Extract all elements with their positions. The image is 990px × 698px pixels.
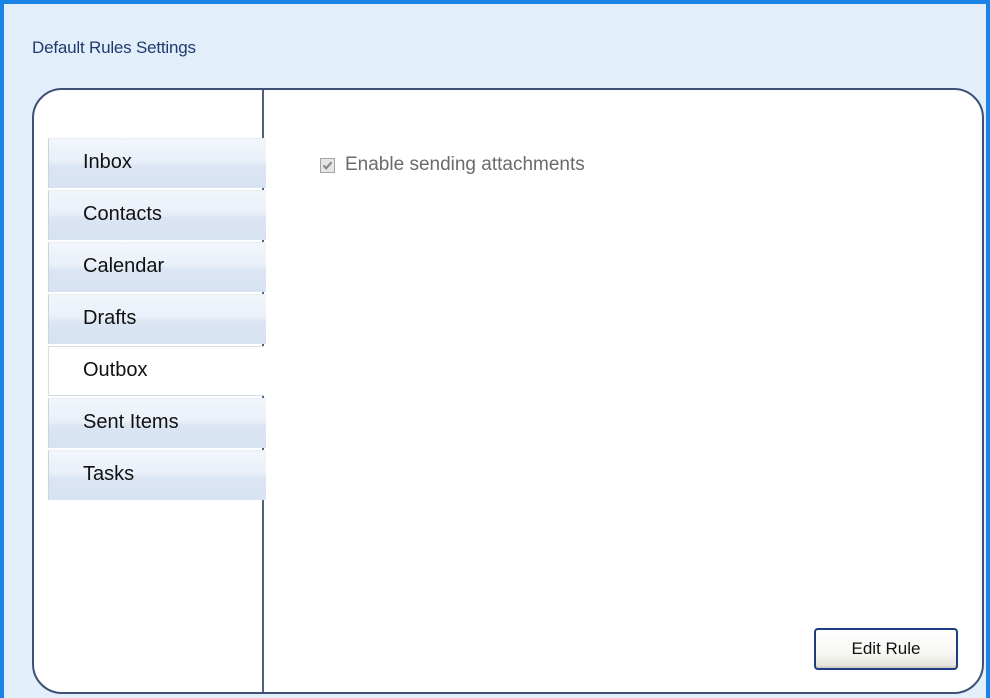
enable-attachments-checkbox[interactable]	[320, 157, 335, 173]
tab-label: Outbox	[83, 359, 148, 381]
tab-label: Calendar	[83, 255, 165, 277]
dialog-title: Default Rules Settings	[32, 38, 196, 57]
tab-label: Sent Items	[83, 411, 179, 433]
tab-contacts[interactable]: Contacts	[48, 190, 266, 240]
enable-attachments-option[interactable]: Enable sending attachments	[320, 154, 585, 176]
edit-rule-button[interactable]: Edit Rule	[814, 628, 958, 670]
tab-outbox[interactable]: Outbox	[48, 346, 264, 396]
tab-label: Drafts	[83, 307, 137, 329]
tab-label: Inbox	[83, 151, 132, 173]
tab-inbox[interactable]: Inbox	[48, 138, 266, 188]
folder-tab-list: Inbox Contacts Calendar Drafts Outbox Se…	[48, 138, 266, 502]
tab-calendar[interactable]: Calendar	[48, 242, 266, 292]
tab-label: Contacts	[83, 203, 162, 225]
tab-drafts[interactable]: Drafts	[48, 294, 266, 344]
check-icon	[322, 160, 333, 170]
tab-tasks[interactable]: Tasks	[48, 450, 266, 500]
settings-panel: Inbox Contacts Calendar Drafts Outbox Se…	[32, 88, 984, 694]
dialog-window: Default Rules Settings Inbox Contacts Ca…	[0, 0, 990, 698]
tab-label: Tasks	[83, 463, 135, 485]
enable-attachments-label: Enable sending attachments	[345, 154, 585, 175]
tab-sent-items[interactable]: Sent Items	[48, 398, 266, 448]
